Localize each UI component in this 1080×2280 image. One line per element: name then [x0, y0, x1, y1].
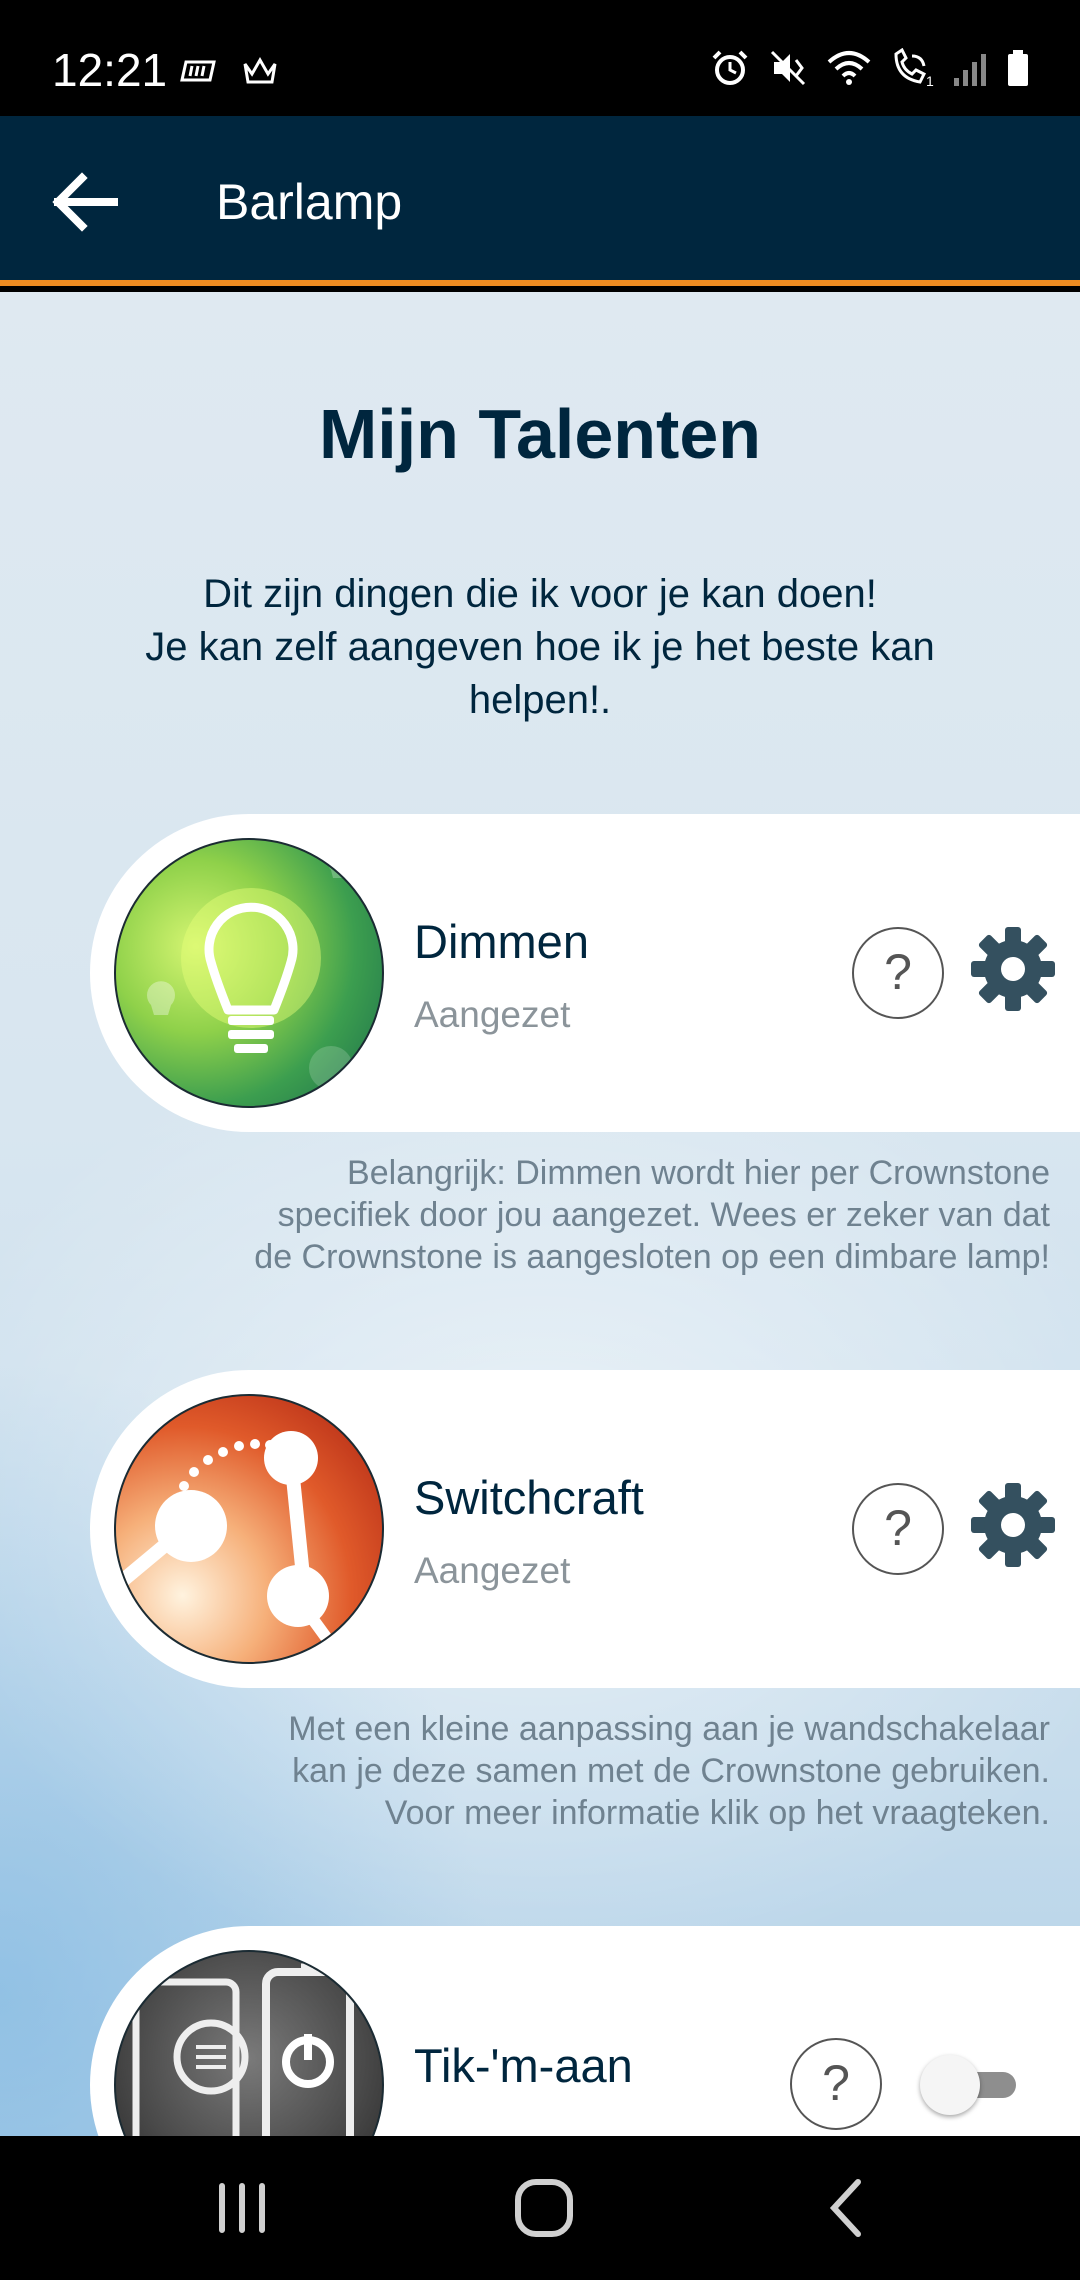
status-time: 12:21 [52, 44, 168, 96]
wifi-icon [827, 51, 871, 85]
socket-phone-icon [114, 1950, 384, 2136]
gear-icon[interactable] [968, 924, 1058, 1014]
status-left-icons [178, 50, 280, 90]
description-line: specifiek door jou aangezet. Wees er zek… [277, 1196, 1050, 1234]
intro-line: Je kan zelf aangeven hoe ik je het beste… [145, 625, 935, 669]
talent-status: Aangezet [414, 1550, 571, 1591]
talents-screen[interactable]: Mijn Talenten Dit zijn dingen die ik voo… [0, 292, 1080, 2136]
toggle-switch[interactable] [920, 2055, 1016, 2115]
intro-line: helpen!. [468, 678, 612, 722]
app-title: Barlamp [216, 174, 403, 230]
talent-card-tik-m-aan[interactable]: Tik-'m-aan ? [90, 1926, 1080, 2136]
app-notification-icon [180, 60, 216, 82]
back-arrow-button[interactable] [48, 166, 120, 238]
talent-name: Tik-'m-aan [414, 2039, 633, 2092]
talent-description: Met een kleine aanpassing aan je wandsch… [130, 1708, 1050, 1834]
crown-notification-icon [243, 56, 277, 84]
intro-line: Dit zijn dingen die ik voor je kan doen! [203, 572, 877, 616]
description-line: Met een kleine aanpassing aan je wandsch… [288, 1710, 1050, 1748]
back-icon[interactable] [812, 2172, 884, 2244]
page-title: Mijn Talenten [318, 395, 762, 473]
toggle-knob [920, 2055, 980, 2115]
intro-text: Dit zijn dingen die ik voor je kan doen!… [60, 568, 1020, 727]
description-line: Voor meer informatie klik op het vraagte… [384, 1794, 1050, 1832]
description-line: de Crownstone is aangesloten op een dimb… [254, 1238, 1050, 1276]
alarm-icon [712, 50, 748, 85]
app-bar: Barlamp [0, 116, 1080, 286]
signal-icon [954, 54, 986, 86]
svg-text:1: 1 [926, 73, 934, 88]
light-bulb-icon [114, 838, 384, 1108]
system-nav-bar [0, 2136, 1080, 2280]
recent-apps-icon[interactable] [206, 2172, 278, 2244]
talent-card-switchcraft[interactable]: Switchcraft Aangezet ? [90, 1370, 1080, 1688]
status-right-icons: 1 [710, 48, 1030, 88]
talent-name: Switchcraft [414, 1471, 644, 1524]
help-button[interactable]: ? [852, 1483, 944, 1575]
help-button[interactable]: ? [790, 2038, 882, 2130]
status-bar: 12:21 1 [0, 0, 1080, 116]
description-line: kan je deze samen met de Crownstone gebr… [292, 1752, 1050, 1790]
mute-icon [770, 50, 806, 86]
gear-icon[interactable] [968, 1480, 1058, 1570]
talent-status: Aangezet [414, 994, 571, 1035]
battery-icon [1008, 50, 1028, 86]
talent-description: Belangrijk: Dimmen wordt hier per Crowns… [130, 1152, 1050, 1278]
description-line: Belangrijk: Dimmen wordt hier per Crowns… [347, 1154, 1050, 1192]
wifi-call-icon: 1 [894, 48, 934, 88]
talent-card-dimmen[interactable]: Dimmen Aangezet ? [90, 814, 1080, 1132]
talent-name: Dimmen [414, 915, 589, 968]
home-icon[interactable] [508, 2172, 580, 2244]
switch-icon [114, 1394, 384, 1664]
help-button[interactable]: ? [852, 927, 944, 1019]
